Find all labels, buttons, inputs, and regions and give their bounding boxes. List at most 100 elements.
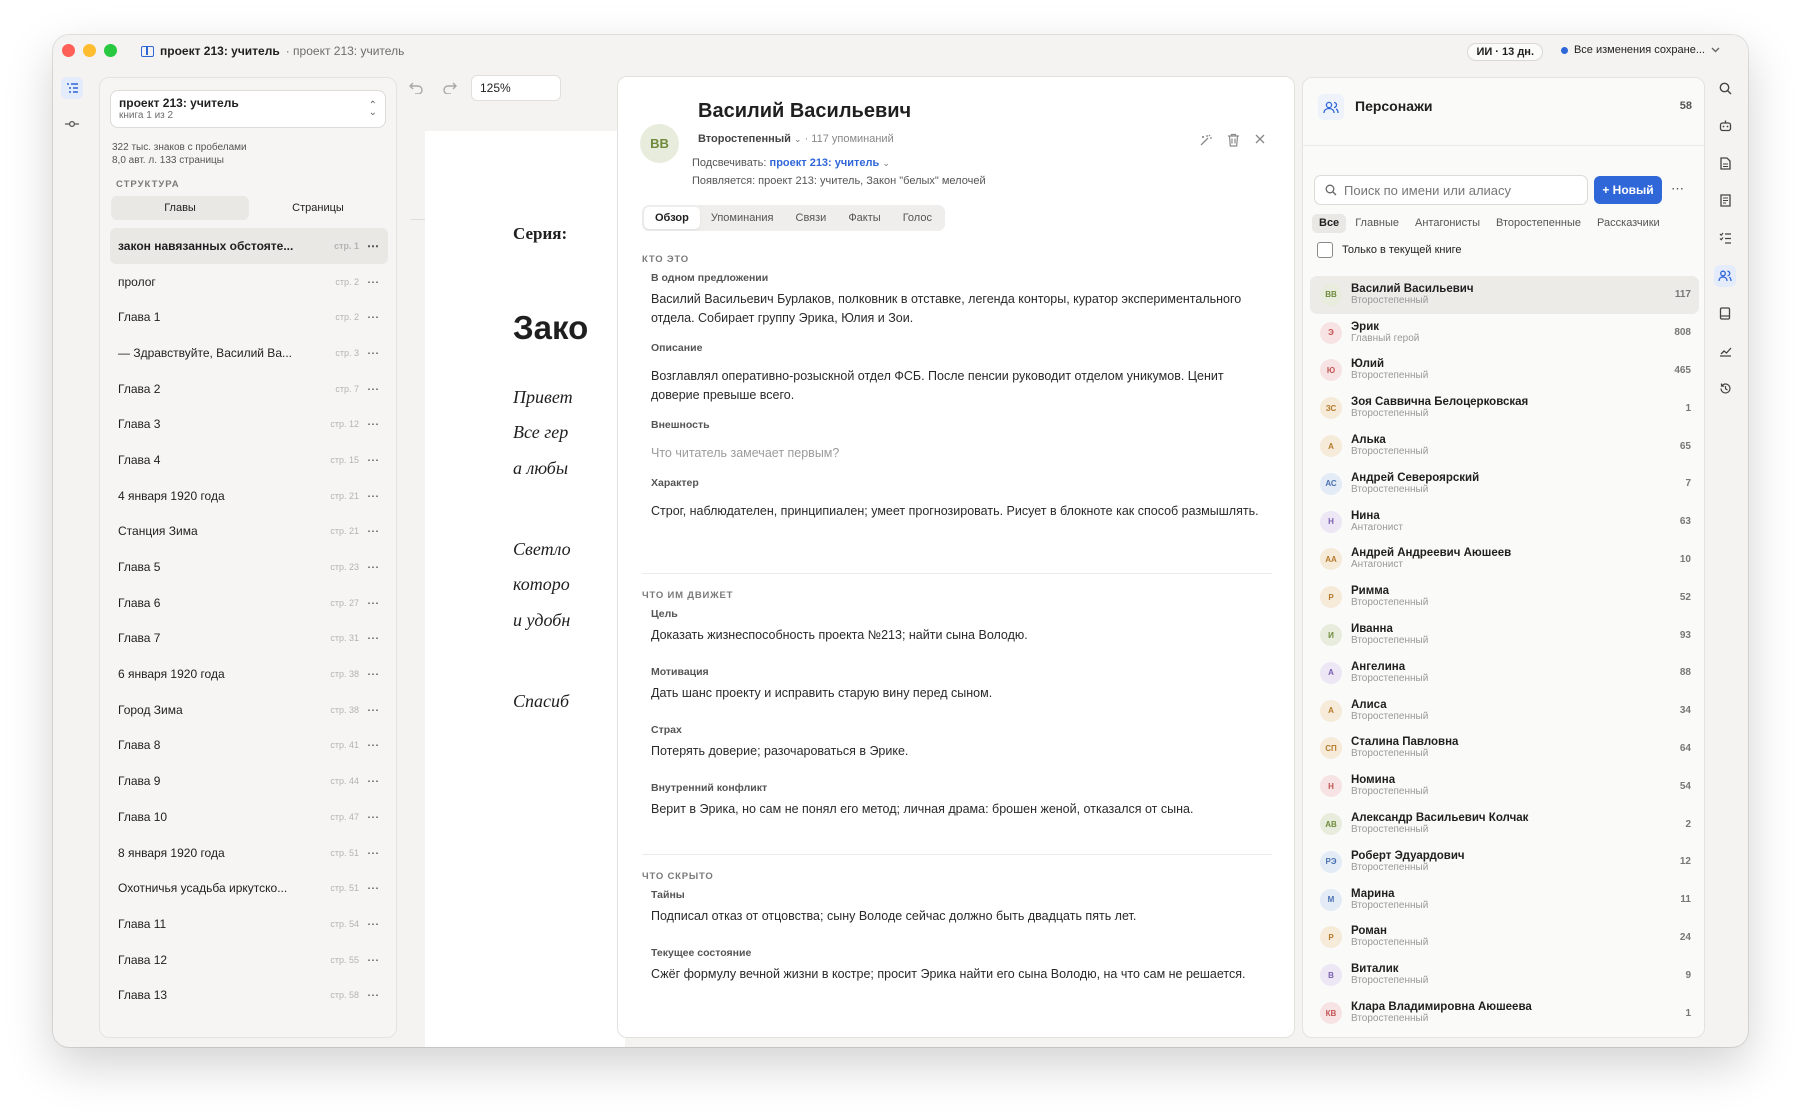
more-options-icon[interactable]: ⋯ [367, 275, 380, 289]
more-options-icon[interactable]: ⋯ [367, 382, 380, 396]
notes-rail-button[interactable] [1714, 190, 1736, 212]
chapter-item[interactable]: Глава 9 стр. 44 ⋯ [110, 763, 388, 799]
more-options-icon[interactable]: ⋯ [367, 239, 380, 253]
commit-button[interactable] [61, 113, 83, 135]
chapter-item[interactable]: 6 января 1920 года стр. 38 ⋯ [110, 656, 388, 692]
character-list-item[interactable]: КВ Клара Владимировна Аюшеева Второстепенн… [1310, 994, 1699, 1032]
more-options-icon[interactable]: ⋯ [367, 346, 380, 360]
manuscript-page[interactable]: Серия: Зако Привет Все гер а любы Светло… [411, 131, 625, 1047]
more-options-icon[interactable]: ⋯ [367, 846, 380, 860]
more-options-icon[interactable]: ⋯ [367, 774, 380, 788]
close-icon[interactable] [1254, 133, 1266, 145]
motivation-field[interactable]: Дать шанс проекту и исправить старую вин… [651, 684, 1261, 703]
character-list-item[interactable]: ЗС Зоя Саввична Белоцерковская Второстепен… [1310, 389, 1699, 427]
trash-icon[interactable] [1227, 133, 1240, 147]
search-rail-button[interactable] [1714, 77, 1736, 99]
character-list-item[interactable]: РЭ Роберт Эдуардович Второстепенный 12 [1310, 843, 1699, 881]
tab-overview[interactable]: Обзор [644, 207, 700, 229]
only-current-book-toggle[interactable]: Только в текущей книге [1317, 242, 1462, 258]
glossary-rail-button[interactable] [1714, 302, 1736, 324]
document-rail-button[interactable] [1714, 152, 1736, 174]
description-field[interactable]: Возглавлял оперативно-розыскной отдел ФС… [651, 367, 1261, 405]
chapter-item[interactable]: Глава 10 стр. 47 ⋯ [110, 799, 388, 835]
chapter-item[interactable]: Станция Зима стр. 21 ⋯ [110, 514, 388, 550]
seg-pages[interactable]: Страницы [249, 196, 387, 220]
highlight-dropdown[interactable]: проект 213: учитель [770, 157, 880, 169]
character-list-item[interactable]: ВВ Василий Васильевич Второстепенный 117 [1310, 276, 1699, 314]
minimize-window-button[interactable] [83, 44, 96, 57]
redo-button[interactable] [437, 75, 463, 101]
more-options-icon[interactable]: ⋯ [367, 560, 380, 574]
character-list-item[interactable]: Р Римма Второстепенный 52 [1310, 578, 1699, 616]
analytics-rail-button[interactable] [1714, 340, 1736, 362]
filter-all[interactable]: Все [1312, 214, 1347, 233]
chapter-item[interactable]: пролог стр. 2 ⋯ [110, 264, 388, 300]
new-character-button[interactable]: + Новый [1594, 176, 1662, 204]
one-sentence-field[interactable]: Василий Васильевич Бурлаков, полковник в… [651, 290, 1261, 328]
chapter-item[interactable]: Город Зима стр. 38 ⋯ [110, 692, 388, 728]
character-list-item[interactable]: АВ Александр Васильевич Колчак Второстепен… [1310, 805, 1699, 843]
role-dropdown[interactable]: Второстепенный [698, 133, 791, 145]
more-options-icon[interactable]: ⋯ [367, 453, 380, 467]
assistant-rail-button[interactable] [1714, 115, 1736, 137]
zoom-window-button[interactable] [104, 44, 117, 57]
more-options-icon[interactable]: ⋯ [367, 810, 380, 824]
character-list-item[interactable]: И Иванна Второстепенный 93 [1310, 616, 1699, 654]
chapter-item[interactable]: Глава 11 стр. 54 ⋯ [110, 906, 388, 942]
undo-button[interactable] [403, 75, 429, 101]
chapter-item[interactable]: Глава 3 стр. 12 ⋯ [110, 406, 388, 442]
state-field[interactable]: Сжёг формулу вечной жизни в костре; прос… [651, 965, 1261, 984]
characters-rail-button[interactable] [1714, 264, 1736, 287]
chapter-item[interactable]: Глава 13 стр. 58 ⋯ [110, 977, 388, 1013]
character-trait-field[interactable]: Строг, наблюдателен, принципиален; умеет… [651, 502, 1261, 521]
filter-narrators[interactable]: Рассказчики [1590, 214, 1667, 233]
chapter-item[interactable]: Глава 2 стр. 7 ⋯ [110, 371, 388, 407]
fear-field[interactable]: Потерять доверие; разочароваться в Эрике… [651, 742, 1261, 761]
chapter-item[interactable]: Глава 7 стр. 31 ⋯ [110, 621, 388, 657]
checklist-rail-button[interactable] [1714, 227, 1736, 249]
secrets-field[interactable]: Подписал отказ от отцовства; сыну Володе… [651, 907, 1261, 926]
save-status[interactable]: Все изменения сохране... [1560, 44, 1720, 56]
filter-main[interactable]: Главные [1348, 214, 1406, 233]
chapter-item[interactable]: Глава 5 стр. 23 ⋯ [110, 549, 388, 585]
chapter-item[interactable]: Охотничья усадьба иркутско... стр. 51 ⋯ [110, 870, 388, 906]
character-search[interactable] [1314, 175, 1588, 205]
more-options-icon[interactable]: ⋯ [367, 953, 380, 967]
character-list-item[interactable]: Н Номина Второстепенный 54 [1310, 767, 1699, 805]
appearance-field[interactable]: Что читатель замечает первым? [651, 444, 1261, 463]
more-options-icon[interactable]: ⋯ [367, 703, 380, 717]
chapter-item[interactable]: Глава 6 стр. 27 ⋯ [110, 585, 388, 621]
outline-toggle-button[interactable] [61, 77, 83, 99]
chapter-item[interactable]: Глава 12 стр. 55 ⋯ [110, 942, 388, 978]
more-options-icon[interactable]: ⋯ [367, 881, 380, 895]
character-list-item[interactable]: АА Андрей Андреевич Аюшеев Антагонист 10 [1310, 541, 1699, 579]
more-options-icon[interactable]: ⋯ [367, 631, 380, 645]
character-list-item[interactable]: В Виталик Второстепенный 9 [1310, 956, 1699, 994]
chapter-item[interactable]: — Здравствуйте, Василий Ва... стр. 3 ⋯ [110, 335, 388, 371]
tab-mentions[interactable]: Упоминания [700, 207, 785, 229]
seg-chapters[interactable]: Главы [111, 196, 249, 220]
tab-facts[interactable]: Факты [837, 207, 891, 229]
character-name[interactable]: Василий Васильевич [698, 100, 911, 123]
close-window-button[interactable] [62, 44, 75, 57]
filter-secondary[interactable]: Второстепенные [1489, 214, 1588, 233]
character-list-item[interactable]: Н Нина Антагонист 63 [1310, 503, 1699, 541]
filter-antagonists[interactable]: Антагонисты [1408, 214, 1487, 233]
chapter-item[interactable]: 4 января 1920 года стр. 21 ⋯ [110, 478, 388, 514]
search-input[interactable] [1344, 182, 1564, 198]
zoom-select[interactable]: 125% [471, 75, 561, 101]
more-options-icon[interactable]: ⋯ [367, 738, 380, 752]
only-current-book-checkbox[interactable] [1317, 242, 1333, 258]
more-options-icon[interactable]: ⋯ [1671, 181, 1685, 197]
more-options-icon[interactable]: ⋯ [367, 489, 380, 503]
character-list-item[interactable]: Р Роман Второстепенный 24 [1310, 919, 1699, 957]
goal-field[interactable]: Доказать жизнеспособность проекта №213; … [651, 626, 1261, 645]
history-rail-button[interactable] [1714, 377, 1736, 399]
more-options-icon[interactable]: ⋯ [367, 917, 380, 931]
magic-wand-icon[interactable] [1199, 133, 1213, 147]
conflict-field[interactable]: Верит в Эрика, но сам не понял его метод… [651, 800, 1261, 819]
chapter-item[interactable]: Глава 8 стр. 41 ⋯ [110, 728, 388, 764]
character-list-item[interactable]: СП Сталина Павловна Второстепенный 64 [1310, 730, 1699, 768]
character-list-item[interactable]: А Алька Второстепенный 65 [1310, 427, 1699, 465]
tab-voice[interactable]: Голос [892, 207, 943, 229]
